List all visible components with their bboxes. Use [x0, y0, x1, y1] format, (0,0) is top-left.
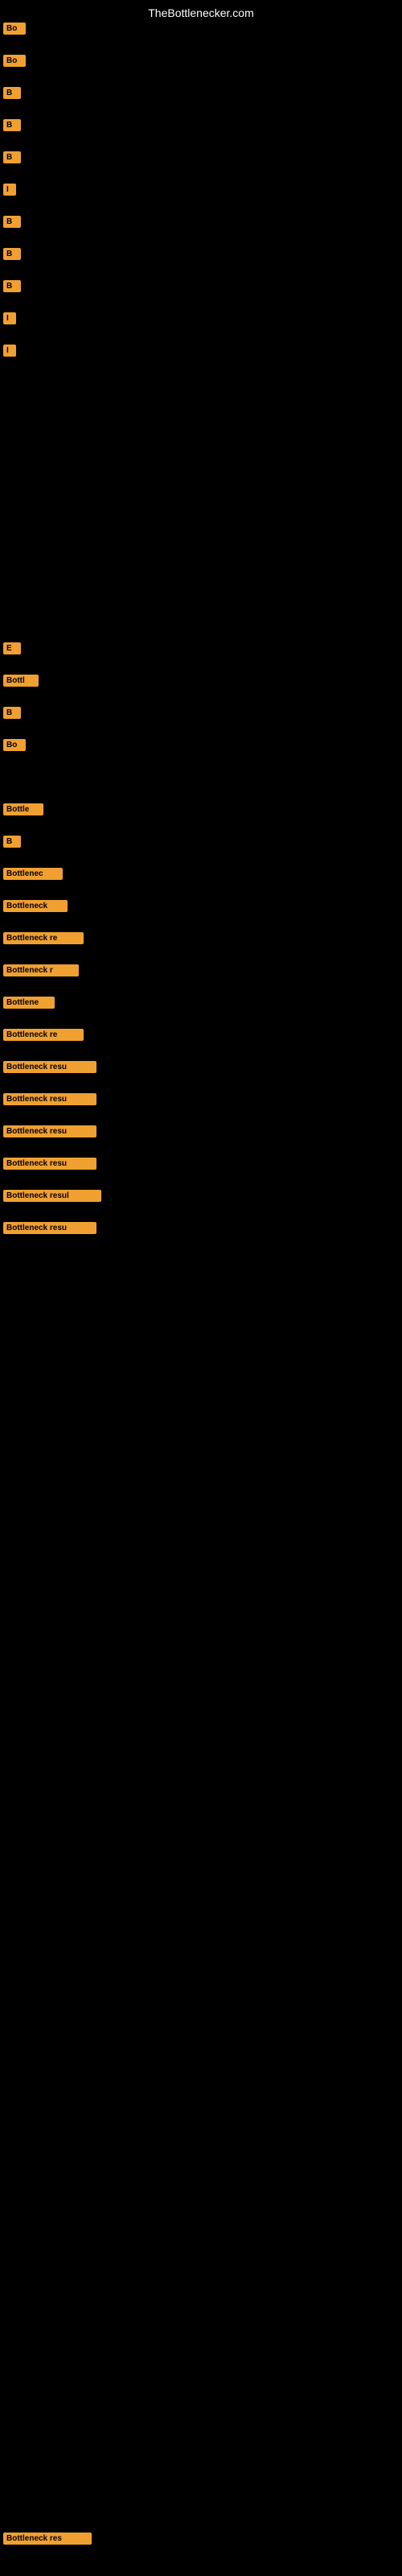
- badge-30: Bottleneck res: [3, 2533, 92, 2545]
- badge-21: Bottleneck r: [3, 964, 79, 976]
- badge-2: Bo: [3, 55, 26, 67]
- badge-7: B: [3, 216, 21, 228]
- badge-16: Bottle: [3, 803, 43, 815]
- badge-6: I: [3, 184, 16, 196]
- badge-9: B: [3, 280, 21, 292]
- badge-5: B: [3, 151, 21, 163]
- badge-15: Bo: [3, 739, 26, 751]
- badge-20: Bottleneck re: [3, 932, 84, 944]
- badge-26: Bottleneck resu: [3, 1125, 96, 1137]
- badge-13: Bottl: [3, 675, 39, 687]
- badge-12: E: [3, 642, 21, 654]
- badge-23: Bottleneck re: [3, 1029, 84, 1041]
- site-title: TheBottlenecker.com: [148, 6, 254, 19]
- badge-25: Bottleneck resu: [3, 1093, 96, 1105]
- badge-10: I: [3, 312, 16, 324]
- badge-14: B: [3, 707, 21, 719]
- badge-27: Bottleneck resu: [3, 1158, 96, 1170]
- badge-22: Bottlene: [3, 997, 55, 1009]
- badge-19: Bottleneck: [3, 900, 68, 912]
- badge-17: B: [3, 836, 21, 848]
- badge-24: Bottleneck resu: [3, 1061, 96, 1073]
- badge-1: Bo: [3, 23, 26, 35]
- badge-29: Bottleneck resu: [3, 1222, 96, 1234]
- badge-28: Bottleneck resul: [3, 1190, 101, 1202]
- badge-11: I: [3, 345, 16, 357]
- badge-18: Bottlenec: [3, 868, 63, 880]
- badge-4: B: [3, 119, 21, 131]
- badge-3: B: [3, 87, 21, 99]
- badge-8: B: [3, 248, 21, 260]
